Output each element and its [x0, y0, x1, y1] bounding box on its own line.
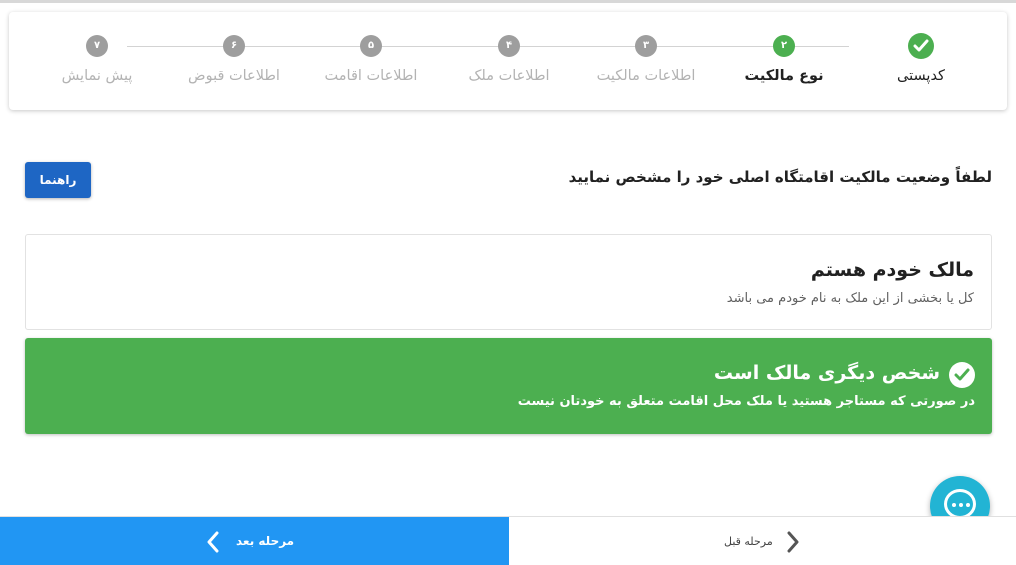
step-preview[interactable]: ۷ پیش نمایش — [27, 12, 167, 110]
step-number: ۳ — [635, 35, 657, 57]
step-label: اطلاعات قبوض — [188, 68, 280, 84]
previous-step-button[interactable]: مرحله قبل — [509, 517, 1016, 565]
next-step-button[interactable]: مرحله بعد — [0, 517, 509, 565]
chevron-left-icon — [207, 531, 219, 553]
step-residence-info[interactable]: ۵ اطلاعات اقامت — [301, 12, 441, 110]
step-label: نوع مالکیت — [744, 68, 824, 84]
step-bills-info[interactable]: ۶ اطلاعات قبوض — [164, 12, 304, 110]
step-number: ۴ — [498, 35, 520, 57]
step-number: ۲ — [773, 35, 795, 57]
check-icon — [954, 368, 970, 381]
step-property-info[interactable]: ۴ اطلاعات ملک — [439, 12, 579, 110]
step-number: ۵ — [360, 35, 382, 57]
chevron-right-icon — [787, 531, 799, 553]
top-divider — [0, 0, 1016, 3]
step-label: اطلاعات اقامت — [324, 68, 418, 84]
next-step-label: مرحله بعد — [236, 534, 295, 548]
guide-button[interactable]: راهنما — [25, 162, 91, 198]
option-title: شخص دیگری مالک است — [713, 362, 940, 384]
option-owner[interactable]: مالک خودم هستم کل یا بخشی از این ملک به … — [25, 234, 992, 330]
step-done-badge — [908, 33, 934, 59]
step-number: ۶ — [223, 35, 245, 57]
check-icon — [913, 39, 929, 52]
step-label: اطلاعات مالکیت — [596, 68, 696, 84]
step-label: اطلاعات ملک — [468, 68, 550, 84]
step-label: کدپستی — [897, 68, 945, 84]
page-instruction: لطفاً وضعیت مالکیت اقامتگاه اصلی خود را … — [568, 168, 992, 186]
step-number: ۷ — [86, 35, 108, 57]
option-other-owner[interactable]: شخص دیگری مالک است در صورتی که مستاجر هس… — [25, 338, 992, 434]
step-label: پیش نمایش — [61, 68, 133, 84]
stepper: کدپستی ۲ نوع مالکیت ۳ اطلاعات مالکیت ۴ ا… — [9, 12, 1007, 110]
step-ownership-type[interactable]: ۲ نوع مالکیت — [714, 12, 854, 110]
option-title: مالک خودم هستم — [810, 259, 974, 281]
option-description: در صورتی که مستاجر هستید یا ملک محل اقام… — [517, 394, 975, 409]
selected-check-icon — [949, 362, 975, 388]
step-ownership-info[interactable]: ۳ اطلاعات مالکیت — [576, 12, 716, 110]
step-postal-code[interactable]: کدپستی — [851, 12, 991, 110]
chat-dots — [952, 503, 970, 507]
bottom-navigation: مرحله بعد مرحله قبل — [0, 516, 1016, 565]
option-description: کل یا بخشی از این ملک به نام خودم می باش… — [726, 291, 974, 306]
previous-step-label: مرحله قبل — [724, 535, 773, 548]
